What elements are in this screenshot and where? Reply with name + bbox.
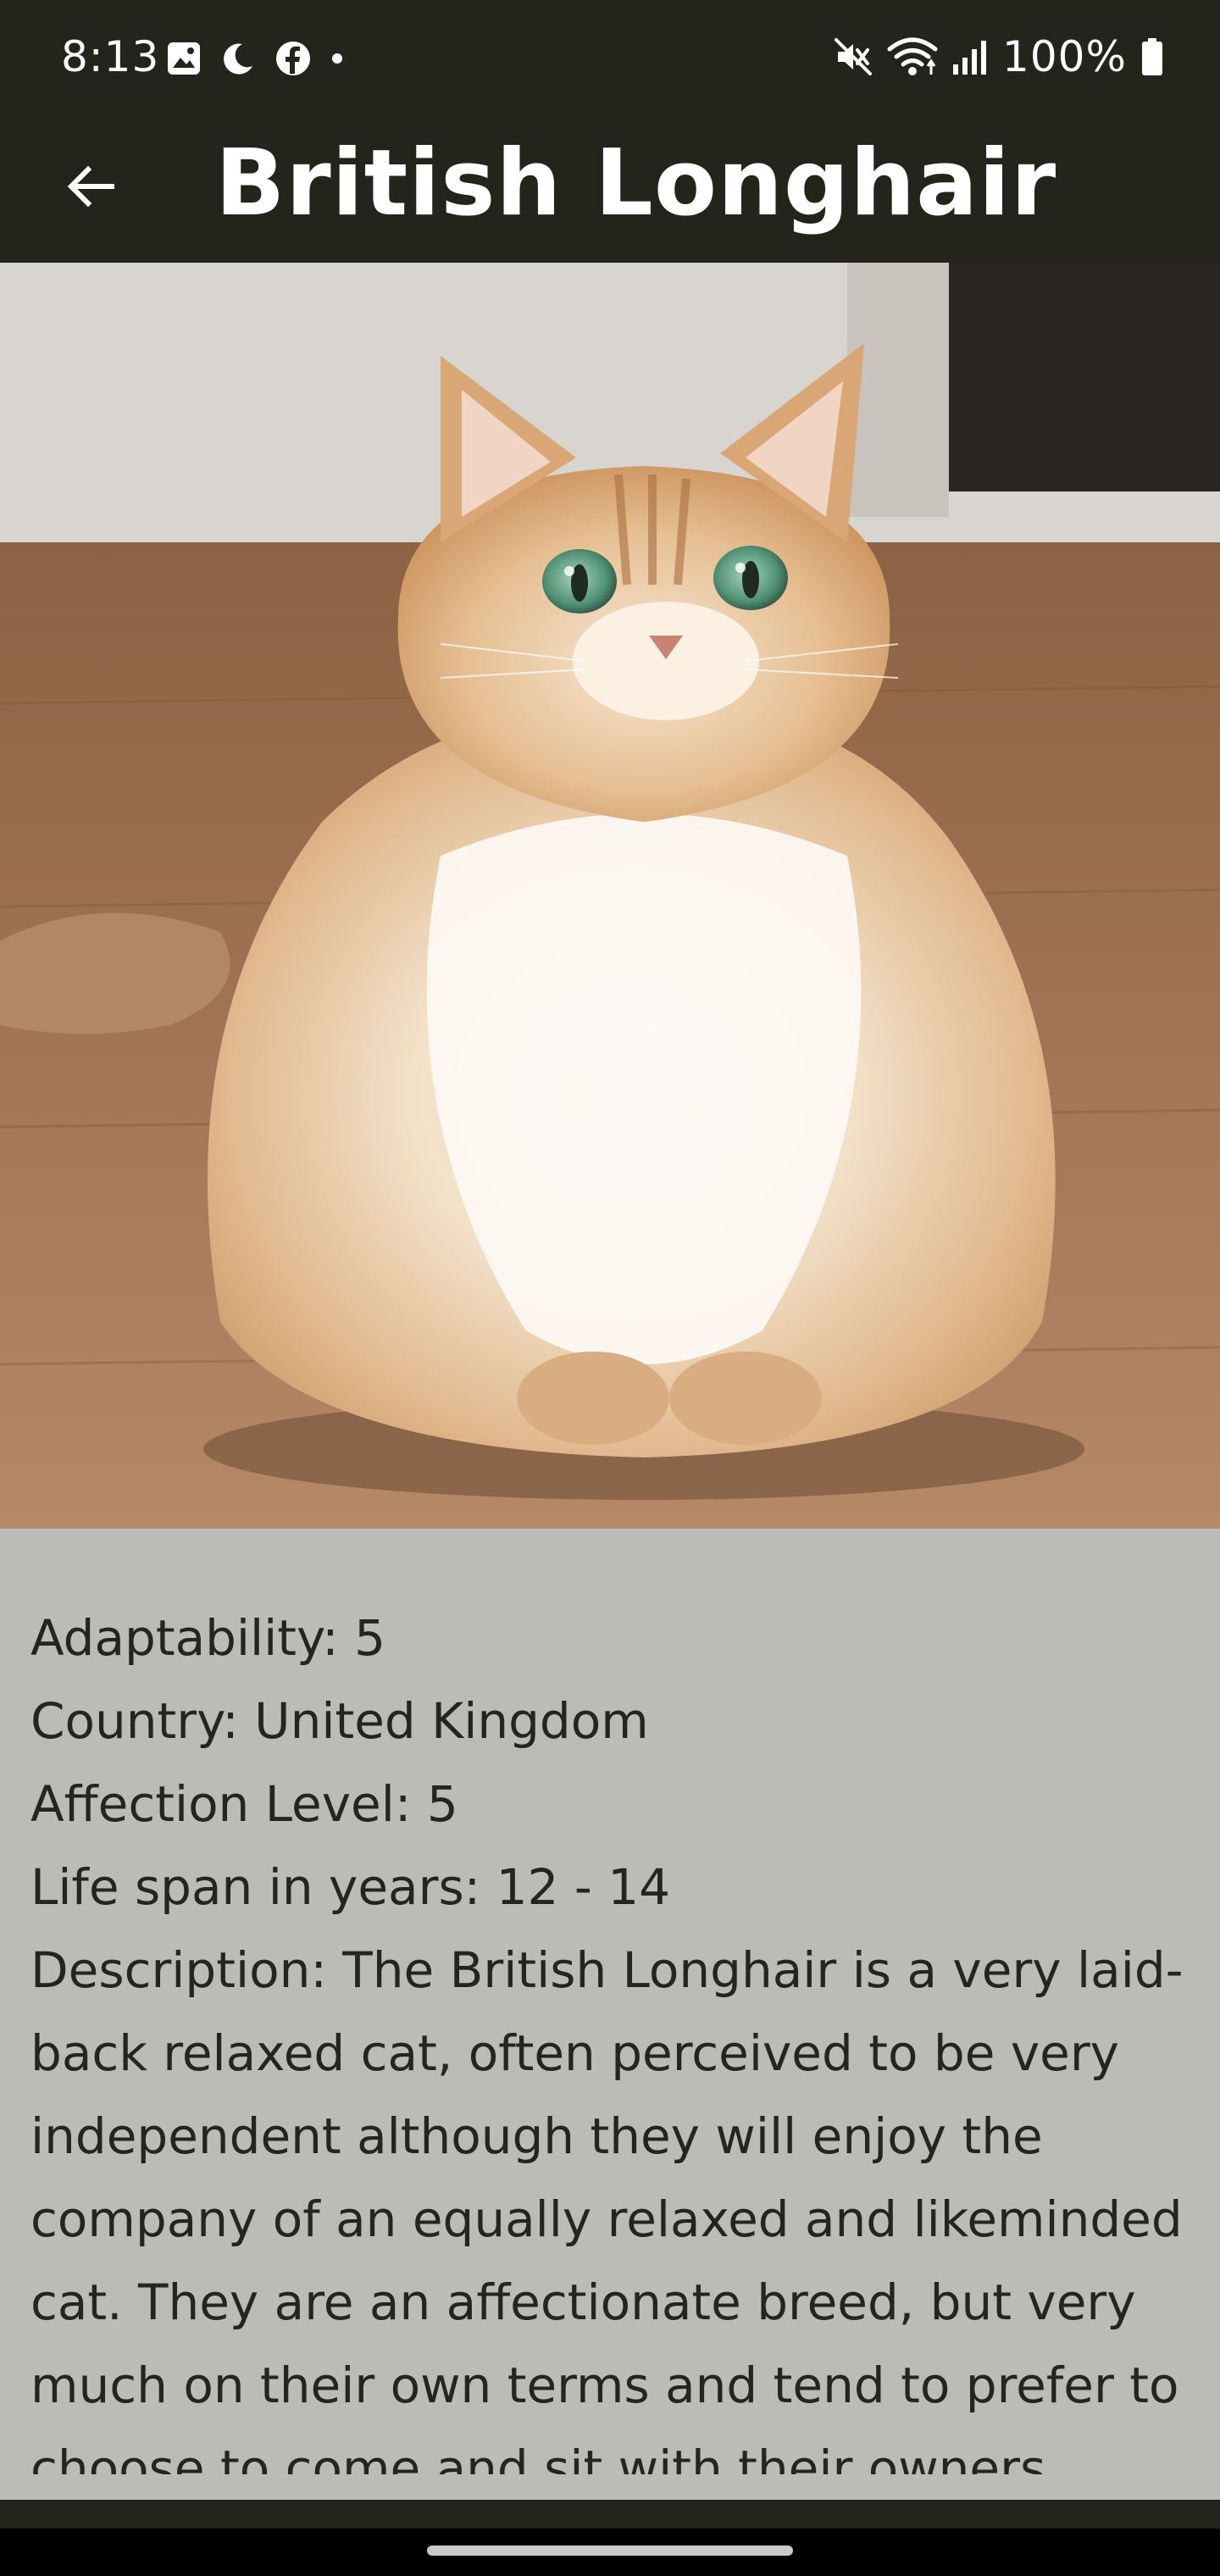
battery-icon bbox=[1140, 37, 1164, 76]
life-span-text: Life span in years: 12 - 14 bbox=[30, 1858, 671, 1916]
app-bar: British Longhair bbox=[0, 114, 1220, 263]
page-title: British Longhair bbox=[215, 130, 1057, 236]
mute-icon bbox=[833, 36, 873, 77]
gallery-icon bbox=[166, 41, 202, 76]
home-gesture-handle[interactable] bbox=[427, 2545, 793, 2556]
battery-percent: 100% bbox=[1002, 32, 1127, 81]
moon-icon bbox=[220, 41, 256, 76]
dot-icon bbox=[330, 52, 344, 65]
cat-photo bbox=[0, 263, 1220, 1529]
facebook-icon bbox=[274, 40, 312, 77]
navigation-bar bbox=[0, 2529, 1220, 2576]
wifi-icon bbox=[887, 36, 938, 78]
status-right: 100% bbox=[833, 31, 1164, 83]
screen: 8:13 100% British Longhair Adaptability:… bbox=[0, 0, 1220, 2576]
status-time: 8:13 bbox=[61, 32, 160, 81]
status-bar: 8:13 100% bbox=[0, 0, 1220, 114]
details-panel: Adaptability: 5 Country: United Kingdom … bbox=[0, 1529, 1220, 2500]
status-left-icons bbox=[166, 37, 344, 80]
signal-icon bbox=[951, 37, 989, 76]
country-text: Country: United Kingdom bbox=[30, 1692, 649, 1750]
affection-level-text: Affection Level: 5 bbox=[30, 1775, 458, 1833]
adaptability-text: Adaptability: 5 bbox=[30, 1609, 385, 1667]
back-button[interactable] bbox=[47, 144, 136, 232]
description-text: Description: The British Longhair is a v… bbox=[30, 1941, 1184, 2474]
arrow-left-icon bbox=[64, 159, 119, 217]
details-text: Adaptability: 5 Country: United Kingdom … bbox=[30, 1596, 1200, 2474]
bottom-strip bbox=[0, 2500, 1220, 2529]
